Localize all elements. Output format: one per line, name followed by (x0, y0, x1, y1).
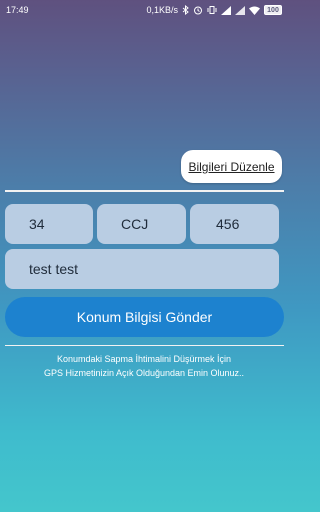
divider-top (5, 190, 284, 192)
status-time: 17:49 (6, 5, 29, 15)
plate-number-field[interactable]: 456 (190, 204, 279, 244)
name-field[interactable]: test test (5, 249, 279, 289)
info-line-2: GPS Hizmetinizin Açık Olduğundan Emin Ol… (43, 368, 245, 378)
divider-bottom (5, 345, 284, 346)
send-location-button[interactable]: Konum Bilgisi Gönder (5, 297, 284, 337)
battery-icon: 100 (264, 5, 282, 15)
signal-icon (235, 5, 245, 15)
plate-letters-field[interactable]: CCJ (97, 204, 186, 244)
wifi-icon (249, 6, 260, 15)
plate-city-code-field[interactable]: 34 (5, 204, 93, 244)
vibrate-icon (207, 5, 217, 15)
gps-info-text: Konumdaki Sapma İhtimalini Düşürmek İçin… (0, 352, 288, 380)
status-icons: 0,1KB/s 100 (146, 5, 282, 15)
network-speed: 0,1KB/s (146, 5, 178, 15)
info-line-1: Konumdaki Sapma İhtimalini Düşürmek İçin (56, 354, 232, 364)
status-bar: 17:49 0,1KB/s 100 (0, 0, 288, 20)
bluetooth-icon (182, 5, 189, 15)
alarm-icon (193, 5, 203, 15)
signal-icon (221, 5, 231, 15)
edit-info-button[interactable]: Bilgileri Düzenle (181, 150, 282, 183)
